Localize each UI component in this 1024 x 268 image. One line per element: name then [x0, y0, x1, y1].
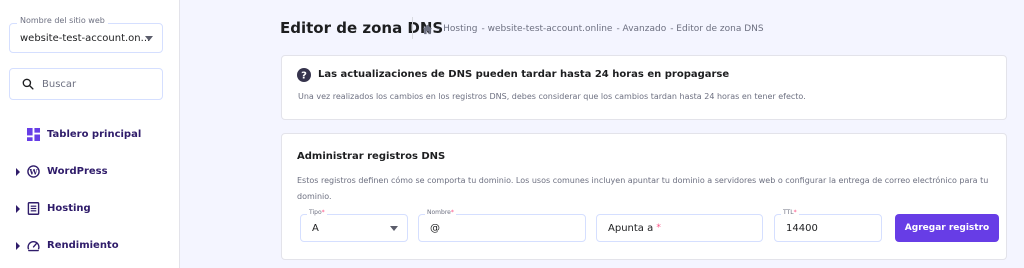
search-input[interactable]: Buscar: [9, 68, 163, 100]
title-divider: [412, 17, 413, 39]
record-name-input[interactable]: Nombre* @: [418, 209, 586, 242]
ttl-input[interactable]: TTL* 14400: [774, 209, 882, 242]
section-title: Administrar registros DNS: [297, 151, 446, 162]
sidebar-item-label: WordPress: [47, 166, 108, 177]
chevron-right-icon: [16, 168, 20, 176]
sidebar-item-label: Tablero principal: [47, 129, 142, 140]
dashboard-icon: [27, 128, 40, 141]
chevron-right-icon: [16, 205, 20, 213]
hosting-icon: [27, 202, 40, 215]
breadcrumb-website[interactable]: - website-test-account.online: [482, 24, 613, 34]
svg-text:W: W: [28, 167, 38, 176]
notice-title: Las actualizaciones de DNS pueden tardar…: [318, 69, 730, 80]
help-icon: ?: [297, 68, 311, 82]
chevron-down-icon: [145, 36, 153, 41]
wordpress-icon: W: [27, 165, 40, 178]
section-description: Estos registros definen cómo se comporta…: [297, 176, 989, 201]
website-select-value: website-test-account.on...: [20, 33, 151, 44]
record-name-label: Nombre*: [425, 209, 456, 216]
search-placeholder: Buscar: [42, 79, 77, 90]
breadcrumb-hosting[interactable]: - Hosting: [437, 24, 478, 34]
sidebar-item-wordpress[interactable]: W WordPress: [0, 161, 180, 183]
sidebar-item-label: Rendimiento: [47, 240, 119, 251]
performance-icon: [27, 241, 40, 252]
search-icon: [22, 78, 34, 90]
points-to-placeholder: Apunta a *: [608, 223, 661, 234]
record-type-select[interactable]: Tipo* A: [300, 209, 408, 242]
manage-dns-records: Administrar registros DNS Estos registro…: [281, 133, 1007, 260]
record-type-value: A: [312, 223, 319, 234]
sidebar-item-performance[interactable]: Rendimiento: [0, 235, 180, 257]
add-record-button[interactable]: Agregar registro: [895, 214, 999, 242]
svg-text:?: ?: [301, 71, 307, 82]
record-name-value: @: [430, 223, 440, 234]
website-select-label: Nombre del sitio web: [17, 16, 108, 25]
ttl-value: 14400: [786, 223, 818, 234]
sidebar-item-label: Hosting: [47, 203, 91, 214]
sidebar-item-dashboard[interactable]: Tablero principal: [0, 124, 180, 146]
breadcrumb-current: - Editor de zona DNS: [670, 24, 764, 34]
ttl-label: TTL*: [781, 209, 799, 216]
chevron-down-icon: [390, 226, 398, 231]
breadcrumb-advanced[interactable]: - Avanzado: [616, 24, 666, 34]
dns-propagation-notice: ? Las actualizaciones de DNS pueden tard…: [281, 55, 1007, 120]
record-type-label: Tipo*: [307, 209, 327, 216]
home-icon[interactable]: [422, 24, 433, 35]
website-select[interactable]: Nombre del sitio web website-test-accoun…: [9, 16, 163, 53]
breadcrumb: - Hosting - website-test-account.online …: [422, 22, 768, 36]
notice-text: Una vez realizados los cambios en los re…: [298, 92, 806, 101]
sidebar-item-hosting[interactable]: Hosting: [0, 198, 180, 220]
chevron-right-icon: [16, 242, 20, 250]
points-to-input[interactable]: Apunta a *: [596, 214, 763, 242]
sidebar: Nombre del sitio web website-test-accoun…: [0, 0, 180, 268]
page-title: Editor de zona DNS: [280, 19, 444, 37]
